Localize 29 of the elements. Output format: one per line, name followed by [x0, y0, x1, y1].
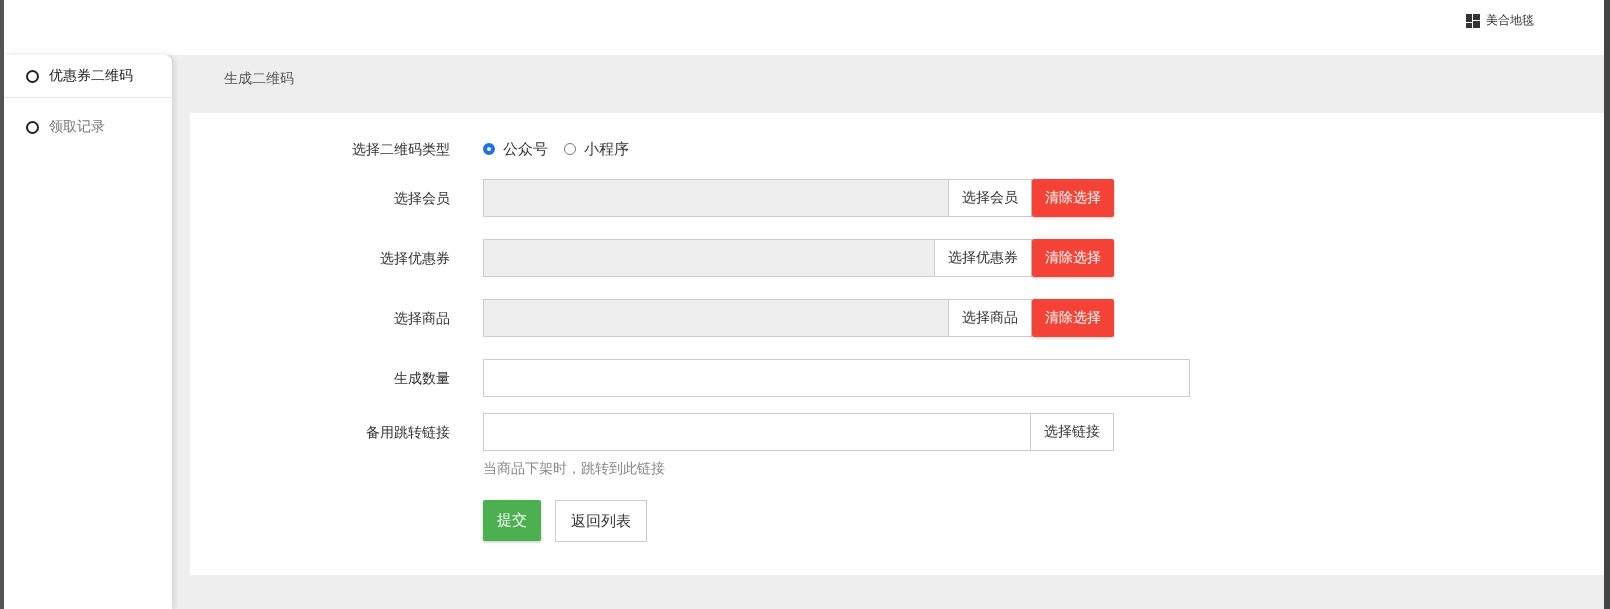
input-field[interactable] — [483, 179, 949, 217]
input-field[interactable] — [483, 413, 1031, 451]
input-field[interactable] — [483, 299, 949, 337]
select-button[interactable]: 选择商品 — [949, 299, 1032, 337]
clear-button[interactable]: 清除选择 — [1032, 299, 1114, 337]
breadcrumb: 生成二维码 — [223, 69, 295, 88]
store-name[interactable]: 美合地毯 — [1486, 12, 1534, 29]
help-text: 当商品下架时，跳转到此链接 — [483, 460, 666, 478]
sidebar-item[interactable]: 优惠券二维码 — [4, 55, 172, 98]
clear-button[interactable]: 清除选择 — [1032, 179, 1114, 217]
field-label: 选择商品 — [393, 309, 451, 328]
field-label: 选择优惠券 — [379, 249, 451, 268]
radio-option[interactable]: 公众号 — [483, 139, 548, 159]
back-button[interactable]: 返回列表 — [555, 500, 647, 542]
clear-button[interactable]: 清除选择 — [1032, 239, 1114, 277]
select-button[interactable]: 选择链接 — [1031, 413, 1114, 451]
field-label: 选择二维码类型 — [351, 140, 451, 159]
field-label: 选择会员 — [393, 189, 451, 208]
select-button[interactable]: 选择会员 — [949, 179, 1032, 217]
grid-icon — [1466, 13, 1480, 28]
circle-icon — [26, 120, 39, 134]
field-label: 生成数量 — [393, 369, 451, 388]
input-field[interactable] — [483, 359, 1190, 397]
field-label: 备用跳转链接 — [365, 423, 451, 442]
select-button[interactable]: 选择优惠券 — [935, 239, 1032, 277]
sidebar-item[interactable]: 领取记录 — [4, 106, 172, 148]
input-field[interactable] — [483, 239, 935, 277]
radio-option[interactable]: 小程序 — [564, 139, 629, 159]
circle-icon — [26, 69, 39, 83]
